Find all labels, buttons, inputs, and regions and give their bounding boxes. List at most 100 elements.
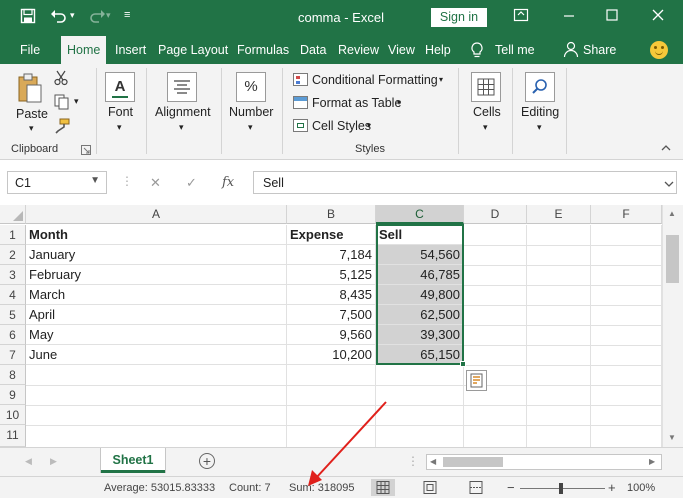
- formula-bar: C1 ▼ ⋮ ✕ ✓ fx Sell: [0, 160, 683, 205]
- editing-search-icon[interactable]: [525, 72, 555, 102]
- ribbon-separator: [512, 68, 513, 154]
- zoom-in-button[interactable]: +: [608, 480, 616, 495]
- name-box-dropdown-icon[interactable]: ▼: [90, 175, 100, 186]
- prev-sheet-icon[interactable]: ◀: [25, 456, 32, 467]
- tab-view[interactable]: View: [388, 43, 415, 57]
- tab-formulas[interactable]: Formulas: [237, 43, 289, 57]
- close-icon[interactable]: [651, 7, 665, 27]
- cells-dropdown-icon[interactable]: ▾: [483, 122, 488, 133]
- ribbon-separator: [458, 68, 459, 154]
- percent-icon[interactable]: %: [236, 72, 266, 102]
- undo-dropdown-icon[interactable]: ▾: [70, 10, 75, 21]
- status-sum: Sum: 318095: [289, 482, 355, 494]
- font-dropdown-icon[interactable]: ▾: [117, 122, 122, 133]
- tab-split-grip-icon[interactable]: ⋮: [407, 454, 419, 468]
- cells-group-button[interactable]: Cells: [473, 105, 501, 119]
- horizontal-scroll-thumb[interactable]: [443, 457, 503, 467]
- format-as-table-icon: [293, 96, 308, 109]
- quick-analysis-button[interactable]: [466, 370, 487, 391]
- empty-cell-gridlines: [26, 225, 662, 447]
- insert-function-icon[interactable]: fx: [222, 175, 234, 190]
- sheet-tab-sheet1[interactable]: Sheet1: [101, 448, 165, 473]
- zoom-out-button[interactable]: −: [507, 480, 515, 495]
- format-painter-icon[interactable]: [54, 118, 70, 137]
- scroll-left-icon[interactable]: ◀: [430, 457, 436, 466]
- font-icon[interactable]: A: [105, 72, 135, 102]
- save-icon[interactable]: [20, 8, 36, 27]
- share-person-icon[interactable]: [563, 41, 579, 62]
- worksheet-grid[interactable]: A B C D E F 1 2 3 4 5 6 7 8 9 10 11 Mont…: [0, 205, 683, 447]
- alignment-dropdown-icon[interactable]: ▾: [179, 122, 184, 133]
- cell-styles-button[interactable]: Cell Styles: [312, 119, 371, 133]
- number-group-button[interactable]: Number: [229, 105, 273, 119]
- ribbon-home: Paste ▾ ▾ Clipboard A Font ▾ Alignment ▾…: [0, 64, 683, 160]
- font-group-button[interactable]: Font: [108, 105, 133, 119]
- paste-icon[interactable]: [17, 73, 43, 108]
- format-as-table-button[interactable]: Format as Table: [312, 96, 401, 110]
- lightbulb-icon[interactable]: [470, 41, 484, 62]
- next-sheet-icon[interactable]: ▶: [50, 456, 57, 467]
- alignment-icon[interactable]: [167, 72, 197, 102]
- tab-file[interactable]: File: [20, 43, 40, 57]
- editing-dropdown-icon[interactable]: ▾: [537, 122, 542, 133]
- vertical-scroll-thumb[interactable]: [666, 235, 679, 283]
- expand-formula-bar-icon[interactable]: [664, 177, 674, 191]
- clipboard-group-label: Clipboard: [11, 143, 59, 155]
- conditional-formatting-icon: [293, 73, 308, 86]
- zoom-slider-thumb[interactable]: [559, 483, 563, 494]
- editing-group-button[interactable]: Editing: [521, 105, 559, 119]
- conditional-formatting-dropdown-icon[interactable]: ▾: [439, 75, 443, 84]
- status-bar: Average: 53015.83333 Count: 7 Sum: 31809…: [0, 476, 683, 498]
- cell-styles-icon: [293, 119, 308, 132]
- status-count: Count: 7: [229, 482, 271, 494]
- new-sheet-icon[interactable]: +: [199, 453, 215, 469]
- sheet-tab-bar: ◀ ▶ Sheet1 + ⋮ ◀ ▶: [0, 447, 683, 476]
- cancel-entry-icon[interactable]: ✕: [150, 175, 161, 191]
- scroll-up-icon[interactable]: ▲: [668, 209, 676, 218]
- name-box[interactable]: C1 ▼: [7, 171, 107, 194]
- maximize-icon[interactable]: [605, 7, 619, 27]
- tab-help[interactable]: Help: [425, 43, 451, 57]
- page-layout-view-button[interactable]: [418, 479, 442, 496]
- number-dropdown-icon[interactable]: ▾: [248, 122, 253, 133]
- normal-view-button[interactable]: [371, 479, 395, 496]
- collapse-ribbon-icon[interactable]: [661, 144, 671, 155]
- conditional-formatting-button[interactable]: Conditional Formatting: [312, 73, 438, 87]
- tab-page-layout[interactable]: Page Layout: [158, 43, 228, 57]
- redo-dropdown-icon[interactable]: ▾: [106, 10, 111, 21]
- confirm-entry-icon[interactable]: ✓: [186, 175, 197, 191]
- copy-dropdown-icon[interactable]: ▾: [74, 96, 79, 107]
- scroll-right-icon[interactable]: ▶: [649, 457, 655, 466]
- alignment-group-button[interactable]: Alignment: [155, 105, 211, 119]
- paste-dropdown-icon[interactable]: ▾: [29, 123, 34, 134]
- redo-icon[interactable]: [88, 8, 106, 27]
- status-average: Average: 53015.83333: [104, 482, 216, 494]
- tab-data[interactable]: Data: [300, 43, 326, 57]
- cells-icon[interactable]: [471, 72, 501, 102]
- fill-handle[interactable]: [460, 361, 466, 367]
- ribbon-display-options-icon[interactable]: [513, 7, 529, 27]
- formula-input[interactable]: Sell: [253, 171, 677, 194]
- tell-me-box[interactable]: Tell me: [495, 43, 535, 57]
- minimize-icon[interactable]: [562, 7, 576, 27]
- ribbon-separator: [146, 68, 147, 154]
- page-break-preview-button[interactable]: [464, 479, 488, 496]
- horizontal-scrollbar[interactable]: ◀ ▶: [426, 454, 662, 470]
- format-as-table-dropdown-icon[interactable]: ▾: [397, 98, 401, 107]
- clipboard-launcher-icon[interactable]: [81, 144, 91, 158]
- sign-in-button[interactable]: Sign in: [431, 8, 487, 27]
- undo-icon[interactable]: [50, 8, 68, 27]
- cut-icon[interactable]: [54, 70, 68, 89]
- tab-review[interactable]: Review: [338, 43, 379, 57]
- feedback-smiley-icon[interactable]: [650, 41, 668, 59]
- copy-icon[interactable]: [54, 94, 70, 113]
- tab-insert[interactable]: Insert: [115, 43, 146, 57]
- paste-button[interactable]: Paste: [16, 107, 48, 121]
- zoom-level[interactable]: 100%: [627, 482, 655, 494]
- cell-styles-dropdown-icon[interactable]: ▾: [367, 121, 371, 130]
- styles-group-label: Styles: [355, 143, 385, 155]
- customize-qat-icon[interactable]: ≡: [124, 9, 130, 21]
- tab-home[interactable]: Home: [61, 36, 107, 64]
- scroll-down-icon[interactable]: ▼: [668, 433, 676, 442]
- share-button[interactable]: Share: [583, 43, 616, 57]
